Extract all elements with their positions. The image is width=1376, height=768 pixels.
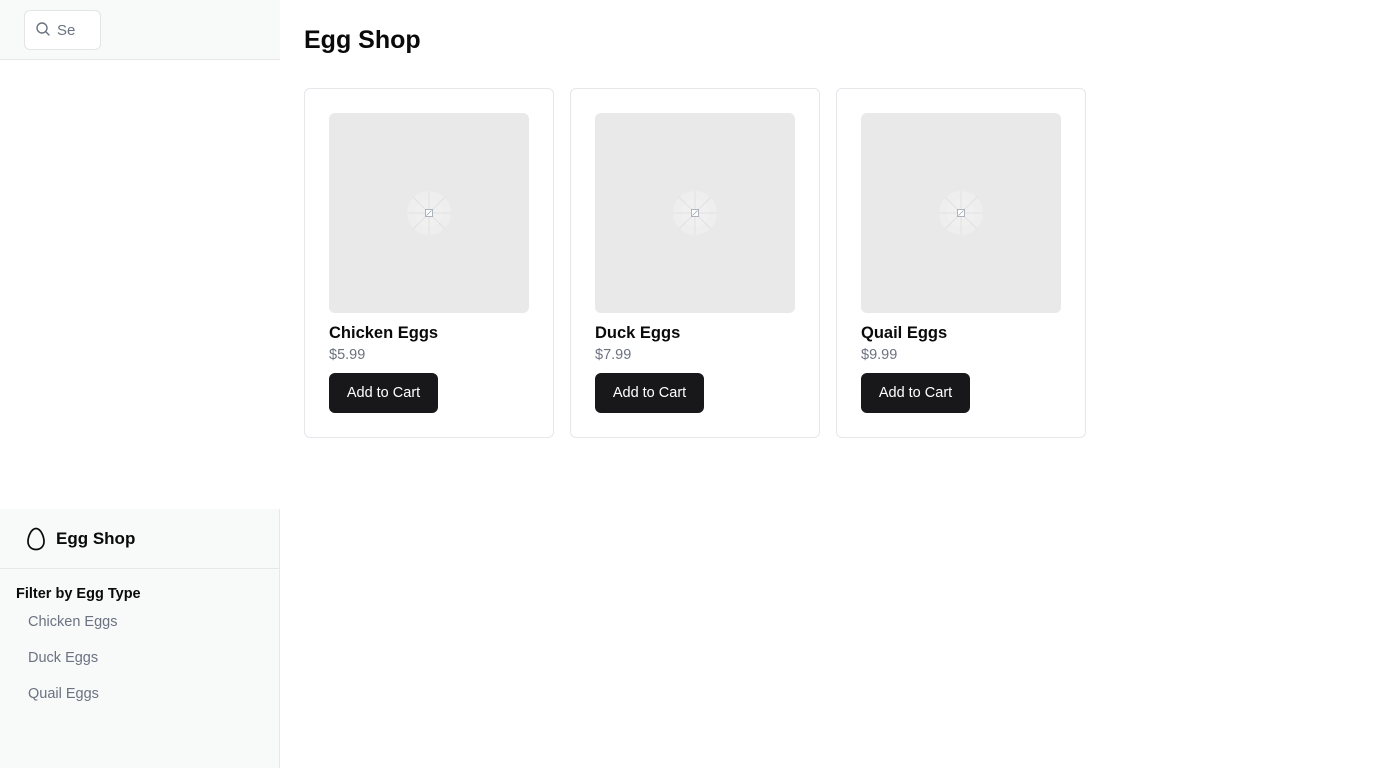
page-title: Egg Shop (304, 26, 421, 54)
product-price: $5.99 (329, 347, 366, 363)
search-input[interactable] (57, 11, 100, 49)
product-image-placeholder (595, 113, 795, 313)
product-name: Chicken Eggs (329, 324, 439, 342)
add-to-cart-button[interactable]: Add to Cart (329, 373, 438, 413)
search-icon (36, 22, 50, 36)
product-card: Chicken Eggs $5.99 Add to Cart (304, 88, 554, 438)
sidebar-search-area (0, 0, 280, 60)
brand-title: Egg Shop (56, 529, 136, 548)
product-card: Duck Eggs $7.99 Add to Cart (570, 88, 820, 438)
image-placeholder-icon (407, 191, 451, 235)
filter-item-duck-eggs[interactable]: Duck Eggs (28, 650, 98, 666)
product-price: $7.99 (595, 347, 632, 363)
product-image-placeholder (861, 113, 1061, 313)
add-to-cart-button[interactable]: Add to Cart (861, 373, 970, 413)
product-name: Quail Eggs (861, 324, 948, 342)
filter-heading: Filter by Egg Type (16, 586, 141, 602)
brand: Egg Shop (0, 509, 279, 569)
sidebar-panel: Egg Shop Filter by Egg Type Chicken Eggs… (0, 509, 280, 768)
product-image-placeholder (329, 113, 529, 313)
search-box[interactable] (24, 10, 101, 50)
image-placeholder-icon (673, 191, 717, 235)
filter-item-chicken-eggs[interactable]: Chicken Eggs (28, 614, 117, 630)
product-card: Quail Eggs $9.99 Add to Cart (836, 88, 1086, 438)
filter-item-quail-eggs[interactable]: Quail Eggs (28, 686, 99, 702)
add-to-cart-button[interactable]: Add to Cart (595, 373, 704, 413)
product-price: $9.99 (861, 347, 898, 363)
image-placeholder-icon (939, 191, 983, 235)
egg-icon (27, 527, 45, 551)
product-name: Duck Eggs (595, 324, 681, 342)
